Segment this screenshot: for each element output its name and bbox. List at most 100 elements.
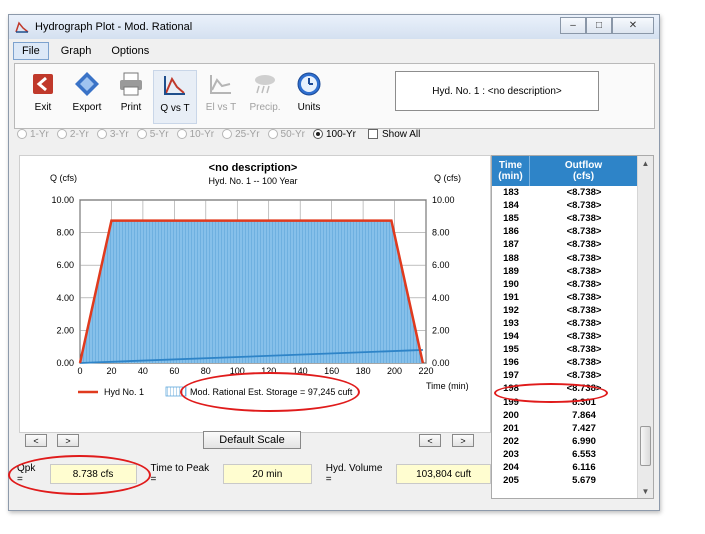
outflow-cell: <8.738> bbox=[566, 265, 602, 277]
table-row[interactable]: 195 <8.738> bbox=[492, 343, 638, 356]
radio-circle bbox=[312, 129, 323, 139]
radio-25-yr[interactable]: 25-Yr bbox=[222, 128, 260, 140]
y-tick-label-left: 8.00 bbox=[56, 228, 74, 238]
scroll-up-arrow-icon[interactable]: ▲ bbox=[638, 156, 653, 170]
right-scroll-prev-button[interactable]: < bbox=[419, 434, 441, 447]
hydrograph-chart: <no description> Hyd. No. 1 -- 100 Year … bbox=[50, 162, 469, 397]
radio-10-yr[interactable]: 10-Yr bbox=[176, 129, 214, 140]
el-vs-t-button[interactable]: El vs T bbox=[199, 70, 243, 113]
table-row[interactable]: 198 <8.738> bbox=[492, 382, 638, 395]
radio-label: 3-Yr bbox=[109, 128, 129, 140]
table-row[interactable]: 199 8.301 bbox=[492, 396, 638, 409]
table-row[interactable]: 185 <8.738> bbox=[492, 212, 638, 225]
outflow-cell: 7.427 bbox=[572, 422, 596, 434]
radio-label: 1-Yr bbox=[30, 128, 49, 140]
chart-title: <no description> bbox=[209, 162, 298, 174]
maximize-button[interactable]: □ bbox=[586, 17, 612, 34]
table-row[interactable]: 204 6.116 bbox=[492, 461, 638, 474]
y-tick-label-right: 4.00 bbox=[432, 293, 450, 303]
table-row[interactable]: 200 7.864 bbox=[492, 409, 638, 422]
radio-2-yr[interactable]: 2-Yr bbox=[56, 128, 89, 140]
exit-button[interactable]: Exit bbox=[21, 70, 65, 113]
hyd-volume-value: 103,804 cuft bbox=[396, 464, 491, 484]
outflow-cell: 8.301 bbox=[572, 396, 596, 408]
table-row[interactable]: 196 <8.738> bbox=[492, 356, 638, 369]
outflow-cell: 6.116 bbox=[572, 462, 596, 474]
radio-1-yr[interactable]: 1-Yr bbox=[17, 129, 49, 140]
time-cell: 187 bbox=[503, 239, 519, 251]
print-button[interactable]: Print bbox=[109, 70, 153, 113]
table-row[interactable]: 194 <8.738> bbox=[492, 330, 638, 343]
menu-graph[interactable]: Graph bbox=[53, 43, 100, 59]
time-cell: 190 bbox=[503, 278, 519, 290]
y-tick-label-left: 6.00 bbox=[56, 260, 74, 270]
time-cell: 198 bbox=[503, 383, 519, 395]
show-all-checkbox[interactable]: Show All bbox=[368, 129, 420, 140]
hydrograph-chart-panel: <no description> Hyd. No. 1 -- 100 Year … bbox=[19, 155, 491, 433]
table-row[interactable]: 202 6.990 bbox=[492, 435, 638, 448]
left-scroll-prev-button[interactable]: < bbox=[25, 434, 47, 447]
precip-button[interactable]: Precip. bbox=[243, 70, 287, 113]
right-scroll-next-button[interactable]: > bbox=[452, 434, 474, 447]
minimize-button[interactable]: – bbox=[560, 17, 586, 34]
units-button[interactable]: Units bbox=[287, 70, 331, 113]
table-row[interactable]: 184 <8.738> bbox=[492, 199, 638, 212]
table-body: 183 <8.738> 184 <8.738> 185 <8.738> 186 <8.738>… bbox=[492, 186, 638, 498]
time-cell: 193 bbox=[503, 317, 519, 329]
outflow-cell: <8.738> bbox=[566, 331, 602, 343]
time-cell: 188 bbox=[503, 252, 519, 264]
export-button[interactable]: Export bbox=[65, 70, 109, 113]
table-row[interactable]: 201 7.427 bbox=[492, 422, 638, 435]
table-row[interactable]: 205 5.679 bbox=[492, 474, 638, 487]
storage-area bbox=[80, 220, 423, 363]
table-row[interactable]: 197 <8.738> bbox=[492, 369, 638, 382]
table-row[interactable]: 189 <8.738> bbox=[492, 265, 638, 278]
time-cell: 191 bbox=[503, 291, 519, 303]
outflow-cell: <8.738> bbox=[566, 317, 602, 329]
chart-legend: Hyd No. 1 Mod. Rational Est. Storage = 97… bbox=[78, 386, 353, 397]
radio-100-yr[interactable]: 100-Yr bbox=[312, 129, 356, 140]
q-vs-t-button[interactable]: Q vs T bbox=[153, 70, 197, 124]
outflow-table: Time (min) Outflow (cfs) 183 <8.738> 184 <8.7… bbox=[491, 155, 654, 499]
table-scrollbar[interactable]: ▲ ▼ bbox=[637, 156, 653, 498]
x-tick-label: 40 bbox=[138, 366, 148, 376]
radio-label: 2-Yr bbox=[69, 128, 89, 140]
radio-label: 50-Yr bbox=[280, 128, 305, 140]
table-row[interactable]: 191 <8.738> bbox=[492, 291, 638, 304]
time-cell: 205 bbox=[503, 475, 519, 487]
time-cell: 183 bbox=[503, 187, 519, 199]
radio-circle bbox=[17, 129, 27, 139]
scroll-thumb[interactable] bbox=[640, 426, 651, 466]
y-tick-label-right: 6.00 bbox=[432, 260, 450, 270]
table-row[interactable]: 187 <8.738> bbox=[492, 238, 638, 251]
scroll-down-arrow-icon[interactable]: ▼ bbox=[638, 484, 653, 498]
table-row[interactable]: 183 <8.738> bbox=[492, 186, 638, 199]
table-row[interactable]: 193 <8.738> bbox=[492, 317, 638, 330]
radio-50-yr[interactable]: 50-Yr bbox=[267, 128, 305, 140]
export-label: Export bbox=[72, 102, 102, 113]
table-row[interactable]: 188 <8.738> bbox=[492, 251, 638, 264]
menu-options[interactable]: Options bbox=[103, 43, 157, 59]
radio-circle bbox=[56, 129, 67, 139]
radio-5-yr[interactable]: 5-Yr bbox=[136, 129, 169, 140]
chart-subtitle: Hyd. No. 1 -- 100 Year bbox=[208, 176, 297, 186]
x-tick-label: 20 bbox=[106, 366, 116, 376]
qpk-value: 8.738 cfs bbox=[49, 464, 137, 484]
table-row[interactable]: 190 <8.738> bbox=[492, 278, 638, 291]
close-button[interactable]: ✕ bbox=[612, 17, 654, 34]
default-scale-button[interactable]: Default Scale bbox=[203, 431, 301, 449]
radio-label: 25-Yr bbox=[235, 128, 260, 140]
q-vs-t-icon bbox=[161, 71, 189, 99]
left-scroll-next-button[interactable]: > bbox=[57, 434, 79, 447]
table-row[interactable]: 203 6.553 bbox=[492, 448, 638, 461]
radio-3-yr[interactable]: 3-Yr bbox=[96, 128, 129, 140]
legend-hyd-label: Hyd No. 1 bbox=[104, 387, 144, 397]
table-row[interactable]: 192 <8.738> bbox=[492, 304, 638, 317]
time-cell: 199 bbox=[503, 396, 519, 408]
menu-file[interactable]: File bbox=[13, 42, 49, 60]
table-row[interactable]: 186 <8.738> bbox=[492, 225, 638, 238]
outflow-cell: <8.738> bbox=[566, 291, 602, 303]
chart-plot-area bbox=[78, 219, 425, 364]
time-column-header: Time (min) bbox=[492, 156, 530, 186]
time-cell: 195 bbox=[503, 344, 519, 356]
